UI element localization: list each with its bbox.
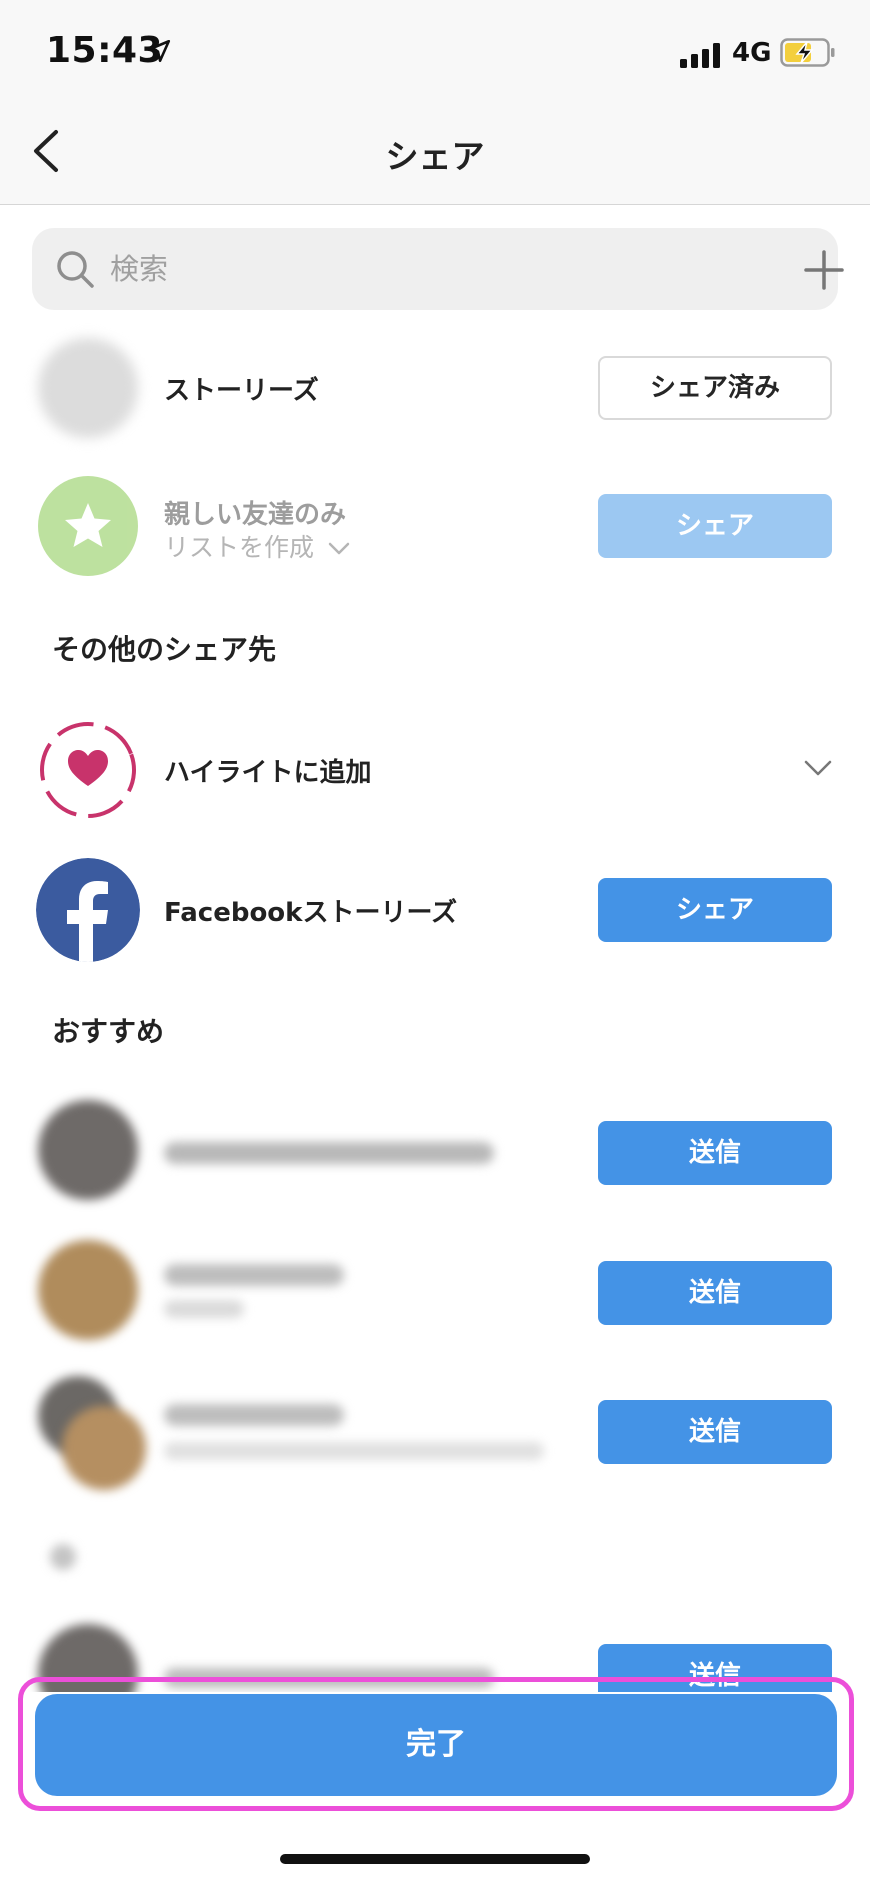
battery-charging-icon bbox=[780, 38, 835, 67]
stories-label: ストーリーズ bbox=[164, 376, 319, 406]
blurred-subtitle bbox=[164, 1442, 544, 1460]
search-input[interactable] bbox=[110, 244, 750, 294]
list-item: 送信 bbox=[0, 1240, 870, 1344]
close-friends-label: 親しい友達のみ bbox=[164, 500, 347, 530]
send-button[interactable]: 送信 bbox=[598, 1121, 832, 1185]
list-item: 送信 bbox=[0, 1100, 870, 1204]
chevron-down-icon[interactable] bbox=[804, 760, 832, 778]
shared-button[interactable]: シェア済み bbox=[598, 356, 832, 420]
done-button[interactable]: 完了 bbox=[35, 1694, 837, 1796]
create-list-label: リストを作成 bbox=[164, 533, 315, 562]
recommended-heading: おすすめ bbox=[52, 1015, 165, 1048]
chevron-down-icon bbox=[328, 542, 350, 555]
signal-bars-icon bbox=[680, 42, 722, 68]
blurred-name bbox=[164, 1264, 344, 1286]
list-item: 送信 bbox=[0, 1376, 870, 1492]
facebook-share-button[interactable]: シェア bbox=[598, 878, 832, 942]
avatar bbox=[62, 1406, 146, 1490]
star-icon bbox=[38, 476, 138, 576]
facebook-stories-row: Facebookストーリーズ シェア bbox=[0, 858, 870, 962]
send-button[interactable]: 送信 bbox=[598, 1400, 832, 1464]
facebook-stories-label: Facebookストーリーズ bbox=[164, 898, 458, 928]
close-friends-share-button[interactable]: シェア bbox=[598, 494, 832, 558]
facebook-icon bbox=[36, 858, 140, 962]
search-bar[interactable] bbox=[32, 228, 844, 310]
location-arrow-icon bbox=[147, 39, 171, 63]
send-button[interactable]: 送信 bbox=[598, 1261, 832, 1325]
add-highlight-label: ハイライトに追加 bbox=[164, 758, 372, 788]
stories-row: ストーリーズ シェア済み bbox=[0, 338, 870, 438]
done-highlight-frame: 完了 bbox=[18, 1677, 854, 1811]
highlight-heart-icon bbox=[40, 722, 136, 818]
other-destinations-heading: その他のシェア先 bbox=[52, 633, 277, 666]
page-title: シェア bbox=[385, 137, 485, 176]
create-list-link[interactable]: リストを作成 bbox=[164, 528, 350, 564]
blurred-name bbox=[164, 1142, 494, 1164]
avatar bbox=[38, 1100, 138, 1200]
avatar bbox=[38, 338, 138, 438]
blurred-subtitle bbox=[164, 1300, 244, 1318]
blurred-name bbox=[164, 1404, 344, 1426]
avatar bbox=[38, 1240, 138, 1340]
share-screen: 15:43 4G シェア 検索 ストーリーズ シェア済み 親しい友達のみ リスト… bbox=[0, 0, 870, 1884]
add-highlight-row[interactable]: ハイライトに追加 bbox=[0, 720, 870, 820]
plus-icon[interactable] bbox=[804, 250, 844, 290]
close-friends-row: 親しい友達のみ リストを作成 シェア bbox=[0, 476, 870, 576]
search-icon bbox=[57, 251, 94, 288]
home-indicator bbox=[280, 1854, 590, 1864]
top-bar: 15:43 4G シェア bbox=[0, 0, 870, 205]
network-type: 4G bbox=[732, 38, 772, 68]
blurred-section-heading bbox=[50, 1544, 76, 1570]
